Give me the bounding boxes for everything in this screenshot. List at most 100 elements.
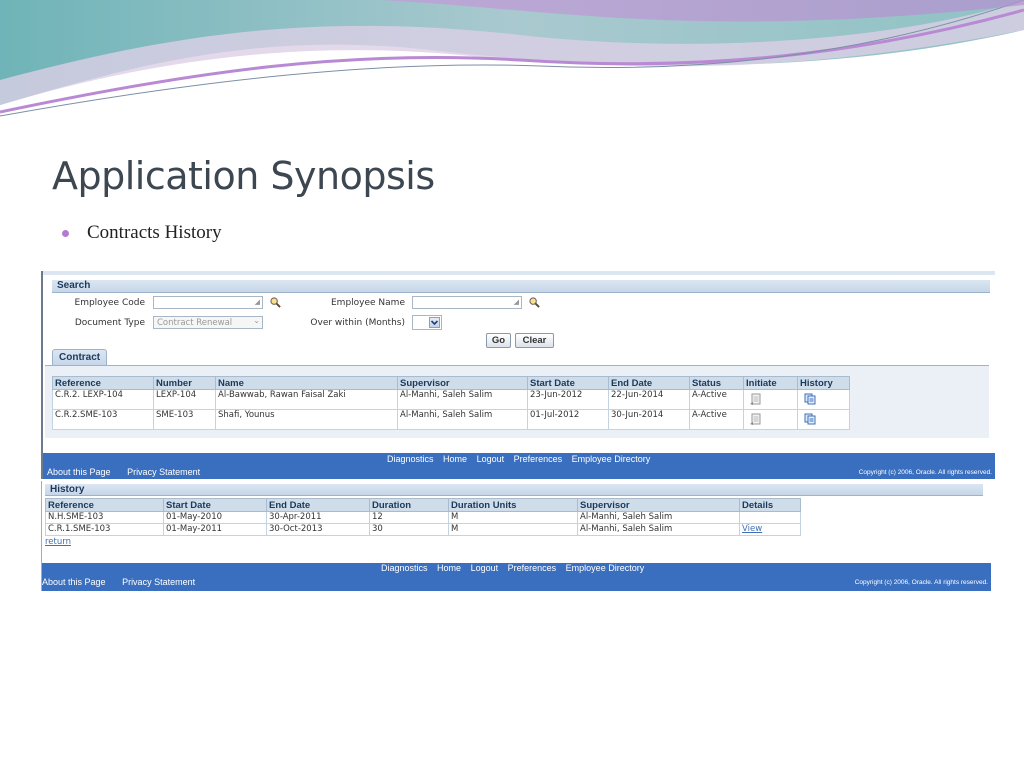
over-within-select[interactable]	[412, 315, 442, 330]
column-header[interactable]: Number	[153, 376, 216, 390]
cell-supervisor: Al-Manhi, Saleh Salim	[397, 389, 528, 410]
column-header[interactable]: Initiate	[743, 376, 798, 390]
footer-link-logout[interactable]: Logout	[477, 454, 505, 464]
cell-start-date: 23-Jun-2012	[527, 389, 609, 410]
privacy-statement-link[interactable]: Privacy Statement	[122, 577, 195, 587]
cell-end-date: 22-Jun-2014	[608, 389, 690, 410]
cell-details	[739, 511, 801, 524]
column-header[interactable]: Start Date	[527, 376, 609, 390]
footer-link-preferences[interactable]: Preferences	[514, 454, 563, 464]
cell-history	[797, 389, 850, 410]
about-this-page-link[interactable]: About this Page	[42, 577, 106, 587]
clear-button[interactable]: Clear	[515, 333, 554, 348]
initiate-document-icon[interactable]	[750, 393, 762, 406]
page-footer: Diagnostics Home Logout Preferences Empl…	[42, 563, 991, 591]
column-header[interactable]: Reference	[52, 376, 154, 390]
contract-search-screenshot: Search Employee Code ◢ Employee Name ◢ D…	[41, 271, 995, 479]
cell-duration: 12	[369, 511, 449, 524]
table-row: C.R.1.SME-103 01-May-2011 30-Oct-2013 30…	[45, 523, 801, 536]
column-header[interactable]: Details	[739, 498, 801, 512]
cell-start-date: 01-May-2010	[163, 511, 267, 524]
header-swoosh-decoration	[0, 0, 1024, 117]
column-header[interactable]: Start Date	[163, 498, 267, 512]
employee-name-search-icon[interactable]	[529, 297, 540, 308]
bullet-text: Contracts History	[87, 222, 222, 243]
privacy-statement-link[interactable]: Privacy Statement	[127, 467, 200, 477]
table-row: C.R.2.SME-103 SME-103 Shafi, Younus Al-M…	[52, 409, 850, 430]
employee-code-search-icon[interactable]	[270, 297, 281, 308]
history-icon[interactable]	[804, 393, 816, 405]
copyright-text: Copyright (c) 2006, Oracle. All rights r…	[854, 579, 988, 586]
history-section-header: History	[45, 484, 983, 496]
cell-duration-units: M	[448, 523, 578, 536]
over-within-label: Over within (Months)	[310, 318, 405, 328]
column-header[interactable]: Reference	[45, 498, 164, 512]
footer-link-logout[interactable]: Logout	[471, 563, 499, 573]
column-header[interactable]: End Date	[266, 498, 370, 512]
cell-reference: C.R.2.SME-103	[52, 409, 154, 430]
cell-number: LEXP-104	[153, 389, 216, 410]
view-details-link[interactable]: View	[742, 524, 762, 534]
footer-links: Diagnostics Home Logout Preferences Empl…	[387, 454, 657, 464]
chevron-down-icon[interactable]	[429, 317, 440, 328]
cell-duration: 30	[369, 523, 449, 536]
footer-link-home[interactable]: Home	[443, 454, 467, 464]
search-section-header: Search	[52, 280, 990, 293]
cell-reference: C.R.2. LEXP-104	[52, 389, 154, 410]
footer-link-preferences[interactable]: Preferences	[508, 563, 557, 573]
cell-name: Shafi, Younus	[215, 409, 398, 430]
footer-link-diagnostics[interactable]: Diagnostics	[387, 454, 434, 464]
footer-link-diagnostics[interactable]: Diagnostics	[381, 563, 428, 573]
table-row: N.H.SME-103 01-May-2010 30-Apr-2011 12 M…	[45, 511, 801, 524]
footer-link-employee-directory[interactable]: Employee Directory	[572, 454, 651, 464]
bullet-dot-icon	[62, 229, 69, 237]
footer-link-employee-directory[interactable]: Employee Directory	[566, 563, 645, 573]
column-header[interactable]: Name	[215, 376, 398, 390]
table-header-row: Reference Start Date End Date Duration D…	[45, 498, 801, 512]
initiate-document-icon[interactable]	[750, 413, 762, 426]
employee-code-field[interactable]: ◢	[153, 296, 263, 309]
page-footer: Diagnostics Home Logout Preferences Empl…	[43, 453, 995, 479]
cell-supervisor: Al-Manhi, Saleh Salim	[397, 409, 528, 430]
cell-history	[797, 409, 850, 430]
bullet-item: Contracts History	[62, 222, 222, 244]
table-header-row: Reference Number Name Supervisor Start D…	[52, 376, 850, 390]
column-header[interactable]: Status	[689, 376, 744, 390]
table-row: C.R.2. LEXP-104 LEXP-104 Al-Bawwab, Rawa…	[52, 389, 850, 410]
cell-reference: C.R.1.SME-103	[45, 523, 164, 536]
cell-details: View	[739, 523, 801, 536]
document-type-label: Document Type	[74, 318, 145, 328]
employee-name-field[interactable]: ◢	[412, 296, 522, 309]
cell-status: A-Active	[689, 389, 744, 410]
cell-initiate	[743, 409, 798, 430]
cell-number: SME-103	[153, 409, 216, 430]
cell-supervisor: Al-Manhi, Saleh Salim	[577, 511, 740, 524]
document-type-select[interactable]: Contract Renewal ⌄	[153, 316, 263, 329]
column-header[interactable]: Supervisor	[397, 376, 528, 390]
column-header[interactable]: Supervisor	[577, 498, 740, 512]
cell-end-date: 30-Oct-2013	[266, 523, 370, 536]
cell-end-date: 30-Apr-2011	[266, 511, 370, 524]
history-icon[interactable]	[804, 413, 816, 425]
cell-reference: N.H.SME-103	[45, 511, 164, 524]
footer-link-home[interactable]: Home	[437, 563, 461, 573]
chevron-down-icon: ⌄	[253, 316, 260, 325]
go-button[interactable]: Go	[486, 333, 511, 348]
column-header[interactable]: Duration Units	[448, 498, 578, 512]
cell-end-date: 30-Jun-2014	[608, 409, 690, 430]
footer-bottom-links: About this Page Privacy Statement	[47, 467, 214, 477]
footer-bottom-links: About this Page Privacy Statement	[42, 577, 209, 587]
column-header[interactable]: End Date	[608, 376, 690, 390]
cell-name: Al-Bawwab, Rawan Faisal Zaki	[215, 389, 398, 410]
tab-contract[interactable]: Contract	[52, 349, 107, 365]
column-header[interactable]: Duration	[369, 498, 449, 512]
cell-status: A-Active	[689, 409, 744, 430]
column-header[interactable]: History	[797, 376, 850, 390]
top-border	[43, 271, 995, 275]
contract-table: Reference Number Name Supervisor Start D…	[52, 376, 850, 430]
return-link[interactable]: return	[45, 537, 71, 547]
copyright-text: Copyright (c) 2006, Oracle. All rights r…	[858, 469, 992, 476]
contract-history-screenshot: History Reference Start Date End Date Du…	[41, 481, 991, 591]
about-this-page-link[interactable]: About this Page	[47, 467, 111, 477]
cell-initiate	[743, 389, 798, 410]
